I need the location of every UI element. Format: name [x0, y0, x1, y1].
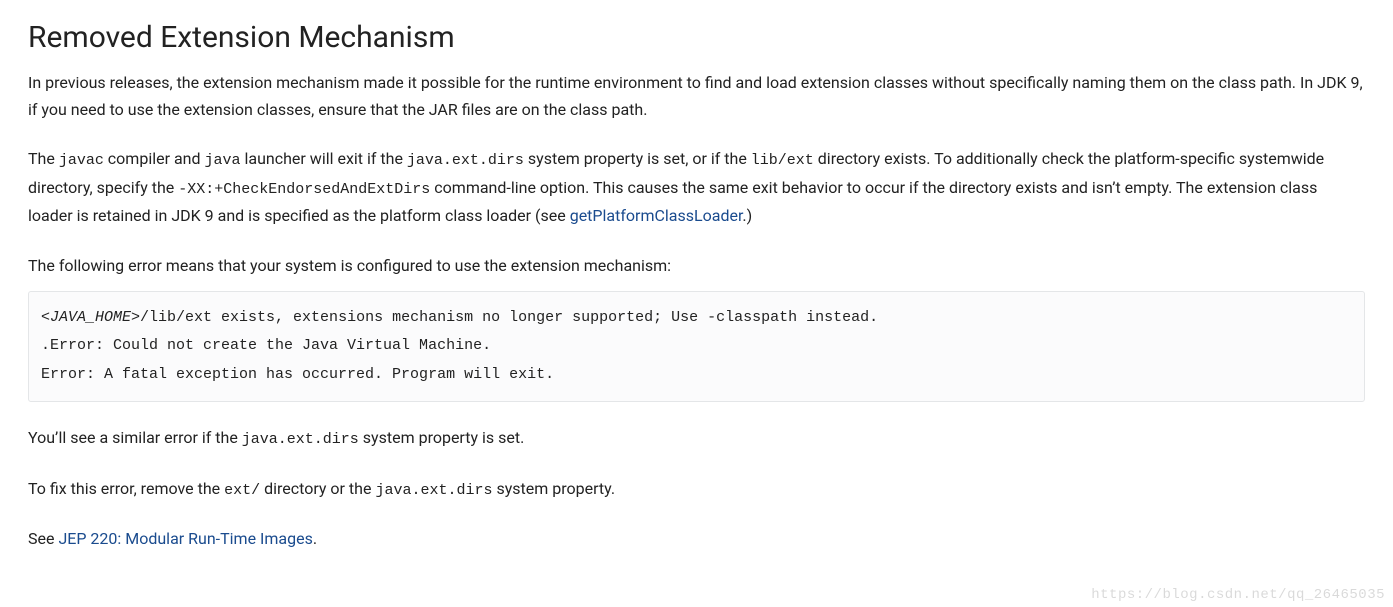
watermark-text: https://blog.csdn.net/qq_26465035 — [1091, 587, 1385, 603]
page-title: Removed Extension Mechanism — [28, 20, 1365, 55]
text: system property is set. — [359, 428, 525, 447]
error-code-block: <JAVA_HOME>/lib/ext exists, extensions m… — [28, 291, 1365, 403]
document-page: Removed Extension Mechanism In previous … — [0, 0, 1393, 584]
text: . — [313, 529, 317, 548]
code-ext-dir: ext/ — [224, 482, 260, 499]
link-getplatformclassloader[interactable]: getPlatformClassLoader — [570, 206, 743, 225]
text: See — [28, 529, 58, 548]
code-java-home-placeholder: <JAVA_HOME> — [41, 309, 140, 326]
code-line-3: Error: A fatal exception has occurred. P… — [41, 366, 554, 383]
code-java-ext-dirs: java.ext.dirs — [407, 152, 524, 169]
paragraph-fix: To fix this error, remove the ext/ direc… — [28, 475, 1365, 504]
code-java-ext-dirs: java.ext.dirs — [242, 431, 359, 448]
code-xx-check: -XX:+CheckEndorsedAndExtDirs — [178, 181, 430, 198]
code-javac: javac — [59, 152, 104, 169]
text: The — [28, 149, 59, 168]
link-jep-220[interactable]: JEP 220: Modular Run-Time Images — [58, 529, 312, 548]
text: To fix this error, remove the — [28, 479, 224, 498]
code-lib-ext: lib/ext — [751, 152, 814, 169]
paragraph-see-also: See JEP 220: Modular Run-Time Images. — [28, 525, 1365, 552]
text: system property is set, or if the — [524, 149, 751, 168]
code-java: java — [205, 152, 241, 169]
paragraph-error-intro: The following error means that your syst… — [28, 252, 1365, 279]
text: .) — [742, 206, 752, 225]
paragraph-intro: In previous releases, the extension mech… — [28, 69, 1365, 123]
text: directory or the — [260, 479, 375, 498]
paragraph-similar-error: You’ll see a similar error if the java.e… — [28, 424, 1365, 453]
paragraph-details: The javac compiler and java launcher wil… — [28, 145, 1365, 229]
text: compiler and — [104, 149, 205, 168]
code-java-ext-dirs: java.ext.dirs — [375, 482, 492, 499]
text: system property. — [492, 479, 615, 498]
code-line-2: .Error: Could not create the Java Virtua… — [41, 337, 491, 354]
text: launcher will exit if the — [241, 149, 407, 168]
text: You’ll see a similar error if the — [28, 428, 242, 447]
code-line-1: /lib/ext exists, extensions mechanism no… — [140, 309, 878, 326]
